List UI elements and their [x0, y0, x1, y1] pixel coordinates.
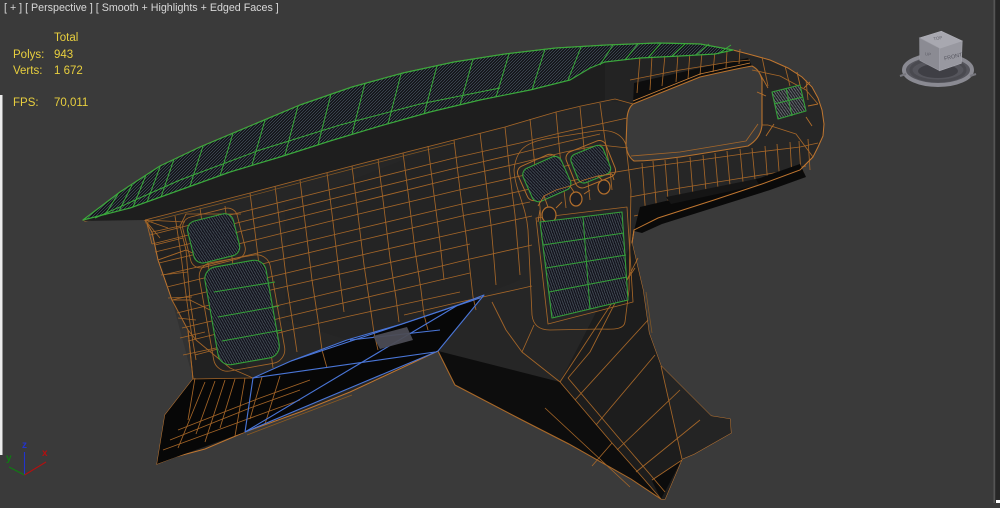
svg-text:FPS:: FPS:: [13, 97, 39, 109]
svg-text:70,011: 70,011: [54, 97, 88, 109]
svg-text:[ + ] [ Perspective ] [ Smooth: [ + ] [ Perspective ] [ Smooth + Highlig…: [4, 2, 279, 14]
svg-text:Polys:: Polys:: [13, 49, 44, 61]
svg-text:x: x: [42, 448, 48, 459]
svg-text:943: 943: [54, 49, 73, 61]
svg-text:y: y: [6, 453, 12, 464]
svg-text:Total: Total: [54, 32, 78, 44]
svg-text:z: z: [22, 440, 27, 451]
svg-text:1 672: 1 672: [54, 65, 83, 77]
svg-text:Verts:: Verts:: [13, 65, 42, 77]
svg-text:UP: UP: [925, 51, 932, 57]
